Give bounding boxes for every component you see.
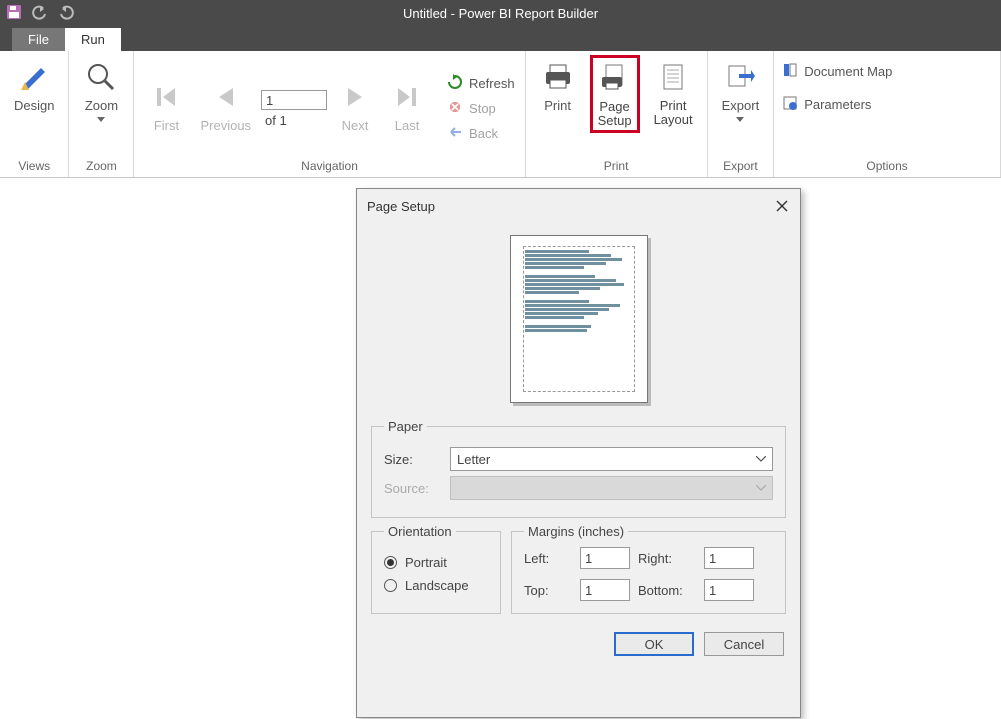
document-map-icon [782, 62, 798, 81]
cancel-button[interactable]: Cancel [704, 632, 784, 656]
margin-left-label: Left: [524, 551, 572, 566]
title-bar: Untitled - Power BI Report Builder [0, 0, 1001, 27]
next-icon [337, 79, 373, 115]
page-setup-button[interactable]: PageSetup [590, 55, 640, 133]
ok-button[interactable]: OK [614, 632, 694, 656]
group-export: Export Export [708, 51, 775, 177]
app-title: Untitled - Power BI Report Builder [403, 6, 598, 21]
last-button[interactable]: Last [383, 75, 431, 137]
stop-icon [447, 99, 463, 118]
export-icon [722, 59, 758, 95]
size-combobox[interactable]: Letter [450, 447, 773, 471]
page-number-input[interactable] [261, 90, 327, 110]
undo-icon[interactable] [32, 4, 48, 23]
parameters-icon [782, 95, 798, 114]
close-icon [776, 200, 788, 212]
print-icon [540, 59, 576, 95]
refresh-icon [447, 74, 463, 93]
close-button[interactable] [774, 198, 790, 214]
margins-fieldset: Margins (inches) Left: Right: Top: Botto… [511, 524, 786, 614]
chevron-down-icon [756, 485, 766, 491]
stop-button[interactable]: Stop [447, 99, 515, 118]
tab-run[interactable]: Run [65, 28, 121, 51]
margin-top-input[interactable] [580, 579, 630, 601]
page-preview [357, 223, 800, 413]
source-label: Source: [384, 481, 440, 496]
portrait-radio[interactable]: Portrait [384, 555, 488, 570]
dropdown-icon [736, 117, 744, 122]
print-button[interactable]: Print [534, 55, 582, 117]
radio-icon [384, 579, 397, 592]
back-button[interactable]: Back [447, 124, 515, 143]
dialog-title: Page Setup [367, 199, 435, 214]
previous-icon [208, 79, 244, 115]
document-map-button[interactable]: Document Map [782, 62, 892, 81]
group-zoom: Zoom Zoom [69, 51, 134, 177]
chevron-down-icon [756, 456, 766, 462]
redo-icon[interactable] [58, 4, 74, 23]
last-icon [389, 79, 425, 115]
first-button[interactable]: First [142, 75, 190, 137]
dropdown-icon [97, 117, 105, 122]
dialog-titlebar: Page Setup [357, 189, 800, 223]
margin-bottom-label: Bottom: [638, 583, 696, 598]
export-button[interactable]: Export [716, 55, 766, 126]
next-button[interactable]: Next [331, 75, 379, 137]
previous-button[interactable]: Previous [194, 75, 257, 137]
page-setup-dialog: Page Setup Paper Size: Letter Source: [356, 188, 801, 718]
paper-fieldset: Paper Size: Letter Source: [371, 419, 786, 518]
size-label: Size: [384, 452, 440, 467]
design-button[interactable]: Design [8, 55, 60, 117]
landscape-radio[interactable]: Landscape [384, 578, 488, 593]
group-views: Design Views [0, 51, 69, 177]
radio-icon [384, 556, 397, 569]
tab-file[interactable]: File [12, 28, 65, 51]
margin-right-label: Right: [638, 551, 696, 566]
page-setup-icon [597, 60, 633, 96]
group-navigation: First Previous of 1 Next Last R [134, 51, 525, 177]
ribbon-tabs: File Run [0, 27, 1001, 51]
ribbon: Design Views Zoom Zoom First Pre [0, 51, 1001, 178]
parameters-button[interactable]: Parameters [782, 95, 871, 114]
margin-right-input[interactable] [704, 547, 754, 569]
print-layout-icon [655, 59, 691, 95]
margin-bottom-input[interactable] [704, 579, 754, 601]
orientation-fieldset: Orientation Portrait Landscape [371, 524, 501, 614]
first-icon [148, 79, 184, 115]
print-layout-button[interactable]: PrintLayout [648, 55, 699, 131]
margin-top-label: Top: [524, 583, 572, 598]
back-icon [447, 124, 463, 143]
zoom-button[interactable]: Zoom [77, 55, 125, 126]
quick-access-toolbar [6, 4, 74, 23]
group-print: Print PageSetup PrintLayout Print [526, 51, 708, 177]
save-icon[interactable] [6, 4, 22, 23]
refresh-button[interactable]: Refresh [447, 74, 515, 93]
group-options: Document Map Parameters Options [774, 51, 1001, 177]
page-of-label: of 1 [261, 113, 287, 128]
margin-left-input[interactable] [580, 547, 630, 569]
design-icon [16, 59, 52, 95]
zoom-icon [83, 59, 119, 95]
source-combobox [450, 476, 773, 500]
